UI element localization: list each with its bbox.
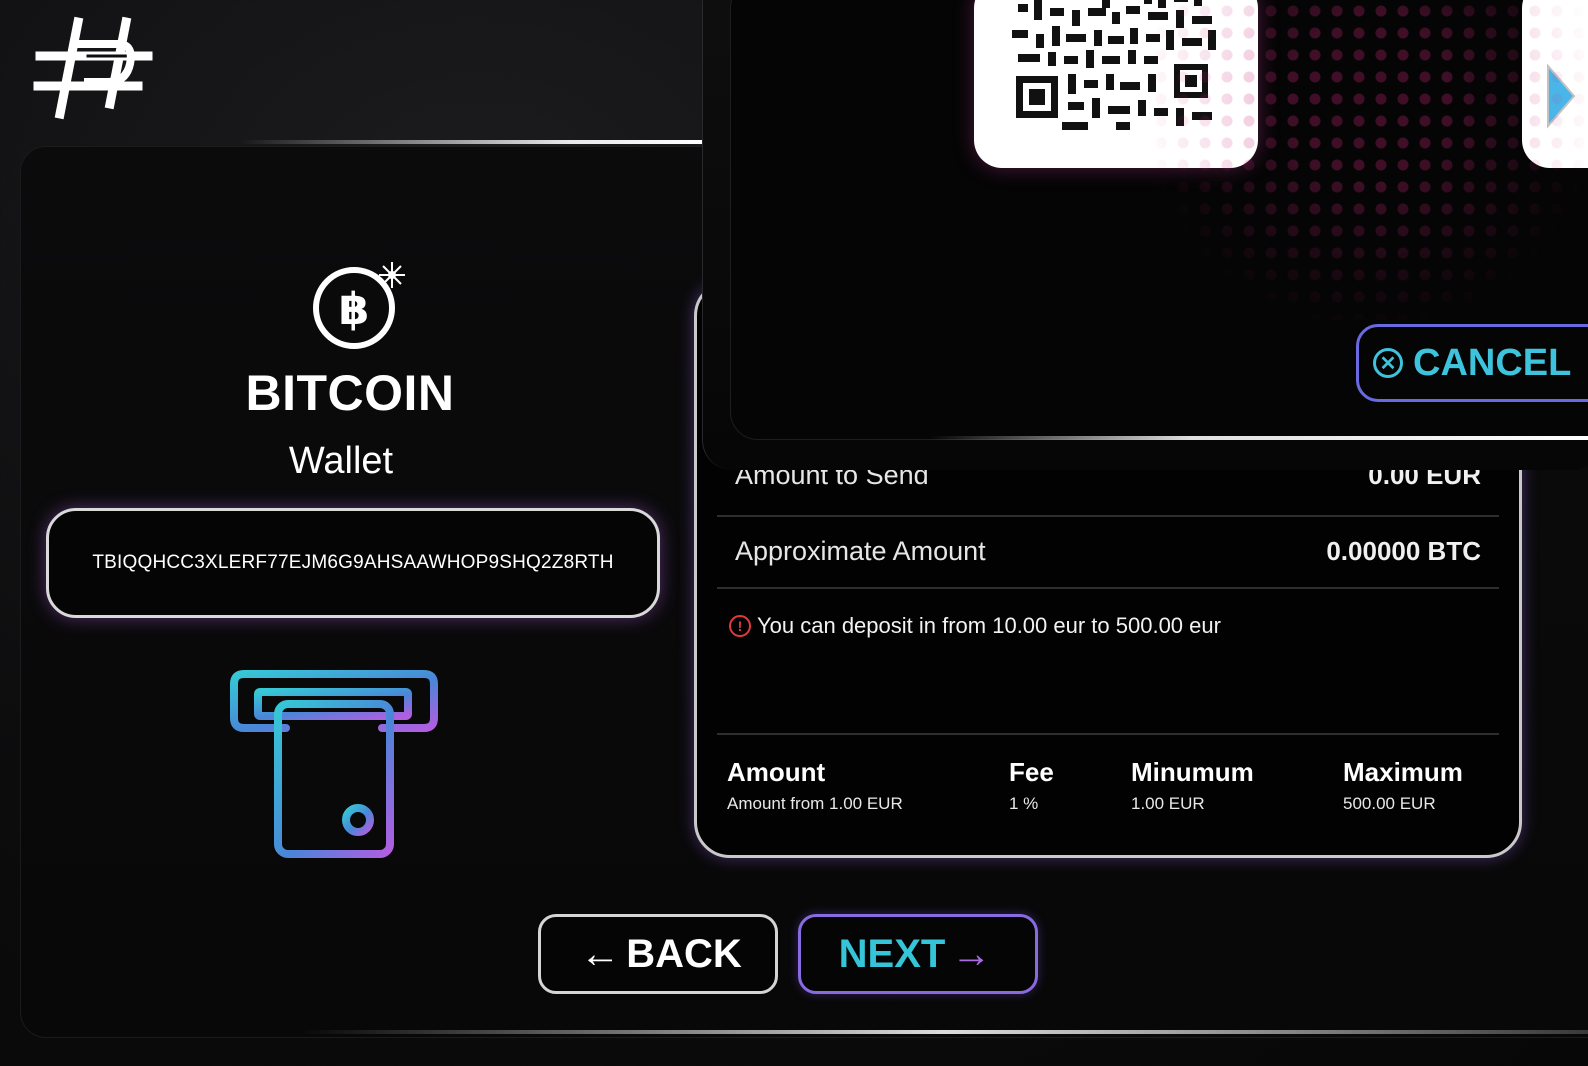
- card-insert-icon: [230, 670, 438, 858]
- arrow-right-icon: →: [951, 931, 992, 976]
- svg-text:฿: ฿: [339, 284, 370, 335]
- deposit-range-text: You can deposit in from 10.00 eur to 500…: [757, 613, 1221, 638]
- summary-heading: Fee: [1009, 757, 1054, 787]
- circle-x-icon: ✕: [1373, 348, 1403, 378]
- warning-icon: !: [729, 615, 751, 637]
- deposit-range-note: ! You can deposit in from 10.00 eur to 5…: [729, 613, 1221, 639]
- summary-heading: Amount: [727, 757, 826, 787]
- form-row-approximate-amount: Approximate Amount 0.00000 BTC: [717, 529, 1499, 573]
- form-row-value: 0.00000 BTC: [1326, 535, 1481, 566]
- back-button[interactable]: ← BACK: [538, 914, 778, 994]
- summary-fee: Fee 1 %: [1009, 757, 1054, 814]
- summary-amount: Amount Amount from 1.00 EUR: [727, 757, 903, 814]
- summary-heading: Maximum: [1343, 757, 1463, 787]
- panel-bottom-highlight: [300, 1030, 1588, 1034]
- panel-top-highlight: [240, 140, 710, 144]
- app-store-card[interactable]: [1522, 0, 1588, 168]
- bitcoin-icon: ฿: [313, 262, 405, 349]
- play-store-icon: [1547, 64, 1576, 129]
- summary-detail: 1.00 EUR: [1131, 794, 1205, 813]
- next-button[interactable]: NEXT →: [798, 914, 1038, 994]
- modal-bottom-highlight: [930, 436, 1588, 440]
- cancel-button-label: CANCEL: [1413, 341, 1572, 384]
- wallet-address-text: TBIQQHCC3XLERF77EJM6G9AHSAAWHOP9SHQ2Z8RT…: [92, 552, 614, 573]
- form-row-label: Approximate Amount: [735, 535, 986, 566]
- summary-detail: 500.00 EUR: [1343, 794, 1436, 813]
- summary-detail: 1 %: [1009, 794, 1039, 813]
- hash-logo-icon: [33, 16, 153, 120]
- back-button-label: BACK: [626, 931, 742, 976]
- summary-minimum: Minumum 1.00 EUR: [1131, 757, 1254, 814]
- qr-code-image: [998, 0, 1234, 138]
- coin-title: BITCOIN: [245, 365, 455, 421]
- row-divider: [717, 733, 1499, 735]
- arrow-left-icon: ←: [580, 931, 621, 976]
- summary-heading: Minumum: [1131, 757, 1254, 787]
- next-button-label: NEXT: [838, 931, 946, 976]
- summary-detail: Amount from 1.00 EUR: [727, 794, 903, 813]
- row-divider: [717, 587, 1499, 589]
- qr-code-card: [974, 0, 1258, 168]
- row-divider: [717, 515, 1499, 517]
- wallet-subtitle: Wallet: [288, 440, 394, 482]
- summary-maximum: Maximum 500.00 EUR: [1343, 757, 1463, 814]
- wallet-address-field[interactable]: TBIQQHCC3XLERF77EJM6G9AHSAAWHOP9SHQ2Z8RT…: [46, 508, 660, 618]
- cancel-button[interactable]: ✕ CANCEL: [1356, 324, 1588, 402]
